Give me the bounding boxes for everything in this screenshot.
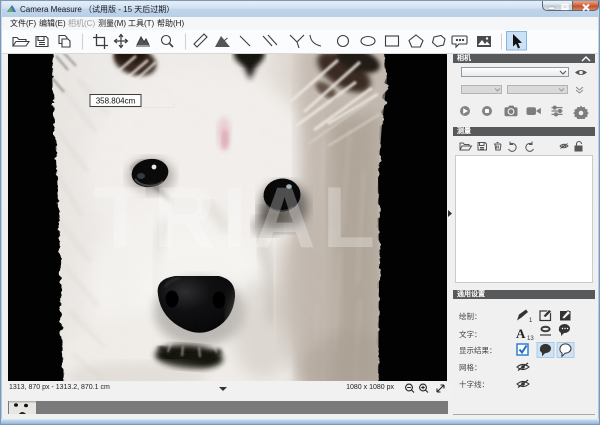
svg-text:1: 1 — [529, 318, 533, 324]
svg-text:A: A — [516, 326, 526, 341]
svg-text:358.804cm: 358.804cm — [96, 97, 136, 106]
svg-text:TRIAL: TRIAL — [94, 170, 382, 266]
svg-text:13: 13 — [527, 336, 534, 342]
